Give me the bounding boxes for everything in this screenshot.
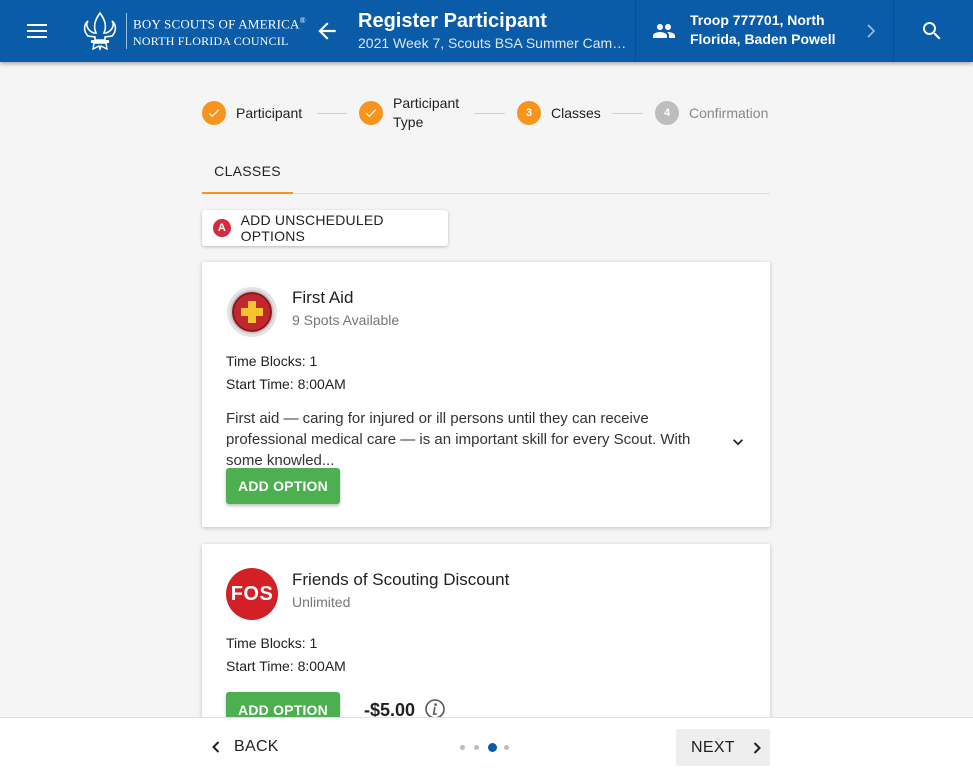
step-2-label-line-2: Type <box>393 114 424 130</box>
step-4-number: 4 <box>655 101 679 125</box>
step-1-check-icon <box>202 101 226 125</box>
app-bar: BOY SCOUTS OF AMERICA® NORTH FLORIDA COU… <box>0 0 973 62</box>
chevron-right-icon <box>863 21 879 46</box>
class-description: First aid — caring for injured or ill pe… <box>226 410 691 469</box>
troop-name: Troop 777701, North Florida, Baden Powel… <box>690 11 835 49</box>
time-blocks: Time Blocks: 1 <box>226 353 318 369</box>
bsa-logo[interactable]: BOY SCOUTS OF AMERICA® NORTH FLORIDA COU… <box>82 10 306 52</box>
add-unscheduled-options-label: ADD UNSCHEDULED OPTIONS <box>240 212 384 244</box>
brand-text: BOY SCOUTS OF AMERICA® NORTH FLORIDA COU… <box>126 13 306 49</box>
start-time: Start Time: 8:00AM <box>226 376 346 392</box>
time-blocks: Time Blocks: 1 <box>226 635 318 651</box>
class-title: Friends of Scouting Discount <box>292 570 510 589</box>
troop-line-2: Florida, Baden Powell <box>690 31 836 47</box>
people-icon <box>652 19 676 48</box>
unscheduled-badge: A <box>213 219 231 237</box>
wizard-footer: BACK NEXT <box>0 717 973 773</box>
step-2-label: Participant Type <box>393 94 459 132</box>
page-title: Register Participant <box>358 10 547 32</box>
spots-available: 9 Spots Available <box>292 312 400 328</box>
back-button-label: BACK <box>234 738 279 755</box>
page-dot <box>504 745 509 750</box>
troop-selector[interactable]: Troop 777701, North Florida, Baden Powel… <box>635 0 894 62</box>
add-option-button[interactable]: ADD OPTION <box>226 468 340 504</box>
brand-name: BOY SCOUTS OF AMERICA <box>133 16 300 32</box>
add-unscheduled-options-button[interactable]: A ADD UNSCHEDULED OPTIONS <box>202 210 448 246</box>
brand-registered-mark: ® <box>299 16 306 26</box>
tab-bar: CLASSES <box>202 150 770 194</box>
troop-line-1: Troop 777701, North <box>690 12 825 28</box>
step-2-check-icon <box>359 101 383 125</box>
page-dot <box>460 745 465 750</box>
fos-logo-icon: FOS <box>226 568 278 620</box>
step-2-label-line-1: Participant <box>393 95 460 111</box>
menu-icon[interactable] <box>22 16 52 46</box>
back-button[interactable]: BACK <box>208 730 298 764</box>
step-3-label: Classes <box>551 105 601 121</box>
first-aid-badge-icon <box>226 286 278 338</box>
chevron-right-icon <box>753 741 761 754</box>
registration-stepper: Participant Participant Type 3 Classes 4… <box>202 92 770 136</box>
step-connector <box>612 113 643 114</box>
event-subtitle: 2021 Week 7, Scouts BSA Summer Camp ... <box>358 35 633 51</box>
class-card: First Aid 9 Spots Available Time Blocks:… <box>202 262 770 527</box>
tab-classes[interactable]: CLASSES <box>202 150 293 194</box>
step-4-label: Confirmation <box>689 105 769 121</box>
step-1-label: Participant <box>236 105 303 121</box>
search-icon[interactable] <box>915 16 949 46</box>
step-connector <box>474 113 505 114</box>
fleur-de-lis-icon <box>83 11 117 51</box>
back-arrow-icon[interactable] <box>314 18 340 44</box>
expand-chevron-down-icon[interactable] <box>728 432 748 452</box>
step-3-number: 3 <box>517 101 541 125</box>
brand-council: NORTH FLORIDA COUNCIL <box>133 33 289 48</box>
step-connector <box>317 113 347 114</box>
class-title: First Aid <box>292 288 354 307</box>
class-card: FOS Friends of Scouting Discount Unlimit… <box>202 544 770 744</box>
fos-logo-text: FOS <box>230 582 274 605</box>
start-time: Start Time: 8:00AM <box>226 658 346 674</box>
page-indicator <box>460 743 518 752</box>
page-title-block: Register Participant 2021 Week 7, Scouts… <box>358 9 633 53</box>
page-dot-active <box>488 743 497 752</box>
page-dot <box>474 745 479 750</box>
availability: Unlimited <box>292 594 351 610</box>
next-button[interactable]: NEXT <box>676 729 770 766</box>
chevron-left-icon <box>212 741 220 753</box>
next-button-label: NEXT <box>691 738 735 756</box>
